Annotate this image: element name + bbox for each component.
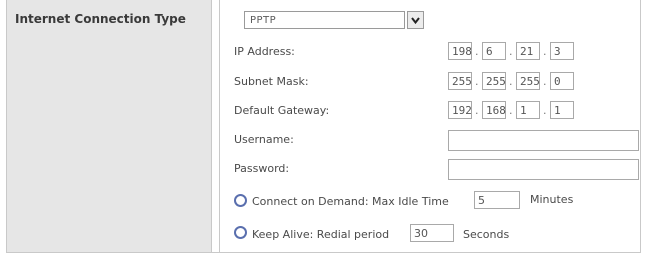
ip-address-label: IP Address: (234, 45, 295, 58)
username-label: Username: (234, 133, 294, 146)
default-gateway-octet-1[interactable]: 192 (448, 101, 472, 119)
section-title: Internet Connection Type (15, 12, 186, 26)
subnet-mask-label: Subnet Mask: (234, 75, 309, 88)
default-gateway-octet-3[interactable]: 1 (516, 101, 540, 119)
redial-period-unit: Seconds (463, 228, 510, 241)
default-gateway-octet-2[interactable]: 168 (482, 101, 506, 119)
default-gateway-octet-4[interactable]: 1 (550, 101, 574, 119)
username-field[interactable] (448, 130, 639, 151)
redial-period-input[interactable]: 30 (410, 224, 454, 242)
connect-on-demand-radio[interactable] (234, 194, 247, 207)
section-label-column: Internet Connection Type (7, 0, 211, 252)
max-idle-time-input[interactable]: 5 (474, 191, 520, 209)
password-field[interactable] (448, 159, 639, 180)
password-label: Password: (234, 162, 290, 175)
ip-address-octet-2[interactable]: 6 (482, 42, 506, 60)
keep-alive-label: Keep Alive: Redial period (252, 228, 390, 241)
settings-form: PPTP IP Address: 198 . 6 . 21 . 3 Subnet… (219, 0, 640, 252)
ip-address-octet-3[interactable]: 21 (516, 42, 540, 60)
ip-address-octet-4[interactable]: 3 (550, 42, 574, 60)
connection-type-select[interactable]: PPTP (244, 11, 405, 29)
subnet-mask-octet-2[interactable]: 255 (482, 72, 506, 90)
connect-on-demand-label: Connect on Demand: Max Idle Time (252, 195, 449, 208)
subnet-mask-octet-3[interactable]: 255 (516, 72, 540, 90)
subnet-mask-octet-1[interactable]: 255 (448, 72, 472, 90)
settings-panel: Internet Connection Type PPTP IP Address… (6, 0, 641, 253)
subnet-mask-octet-4[interactable]: 0 (550, 72, 574, 90)
keep-alive-radio[interactable] (234, 226, 247, 239)
max-idle-time-unit: Minutes (530, 193, 574, 206)
ip-address-octet-1[interactable]: 198 (448, 42, 472, 60)
chevron-down-icon[interactable] (407, 11, 424, 29)
default-gateway-label: Default Gateway: (234, 104, 330, 117)
